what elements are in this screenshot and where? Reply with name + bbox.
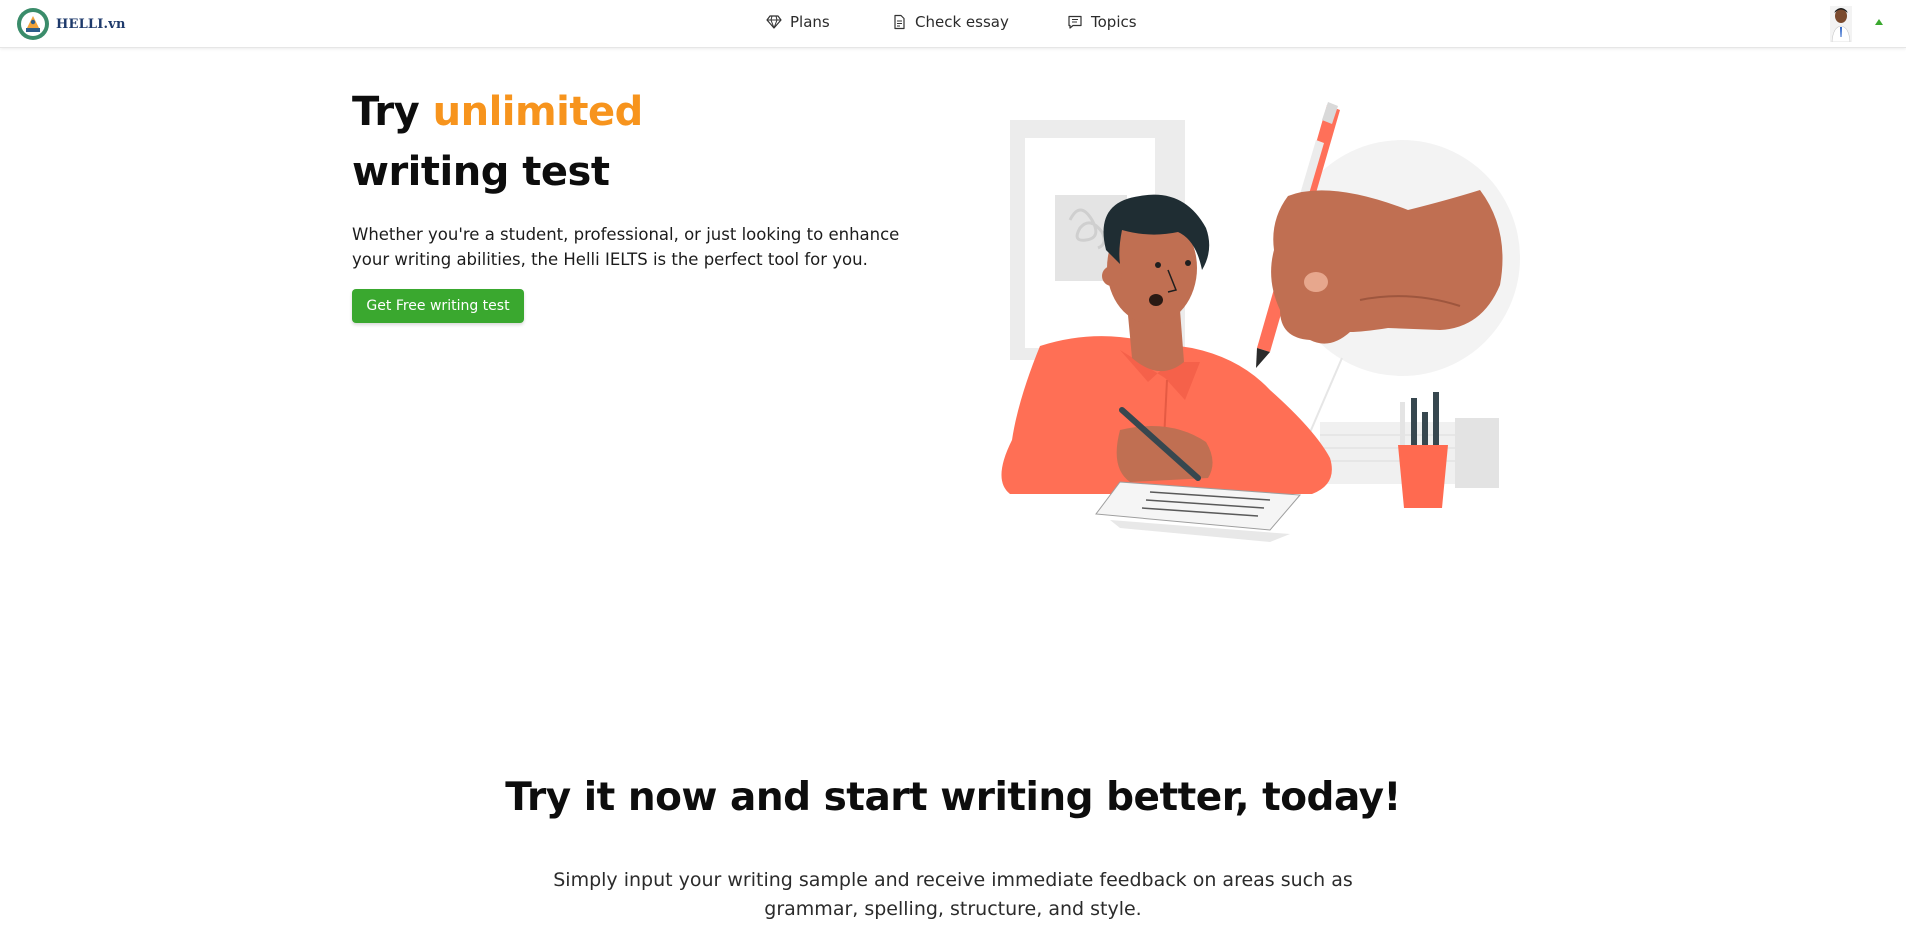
- section-description: Simply input your writing sample and rec…: [553, 869, 1353, 920]
- nav-item-topics[interactable]: Topics: [1067, 13, 1137, 31]
- pen-cup: [1398, 392, 1448, 508]
- top-navbar: HELLI.vn Plans Check essay Topics: [0, 0, 1906, 48]
- hand-drawing: [1271, 190, 1503, 344]
- hero-title-accent: unlimited: [432, 89, 644, 135]
- hero-description: Whether you're a student, professional, …: [352, 225, 900, 269]
- ear: [1102, 266, 1122, 286]
- nav-item-label: Topics: [1091, 13, 1137, 31]
- hero-title-prefix: Try: [352, 89, 433, 135]
- eye-right: [1185, 260, 1191, 266]
- hero-title: Try unlimited writing test: [352, 82, 643, 202]
- message-square-icon: [1068, 15, 1082, 29]
- section-title: Try it now and start writing better, tod…: [505, 775, 1401, 820]
- user-avatar[interactable]: [1830, 6, 1852, 42]
- nav-item-check-essay[interactable]: Check essay: [891, 13, 1009, 31]
- hero-illustration: [1001, 102, 1520, 542]
- document-icon: [894, 14, 905, 30]
- mouth: [1149, 294, 1163, 306]
- diamond-icon: [766, 15, 782, 29]
- nav-item-label: Plans: [790, 13, 830, 31]
- brand-name: HELLI.vn: [56, 16, 126, 32]
- brand-link[interactable]: HELLI.vn: [16, 4, 126, 44]
- eye-left: [1155, 262, 1161, 268]
- thumbnail: [1304, 272, 1328, 292]
- nav-item-plans[interactable]: Plans: [766, 13, 830, 31]
- nav-item-label: Check essay: [915, 13, 1009, 31]
- hero-title-line2: writing test: [352, 149, 610, 195]
- get-free-writing-test-button[interactable]: Get Free writing test: [352, 289, 524, 323]
- brand-logo-icon: [17, 8, 49, 40]
- caret-up-icon[interactable]: [1874, 18, 1884, 26]
- book-side: [1455, 418, 1499, 488]
